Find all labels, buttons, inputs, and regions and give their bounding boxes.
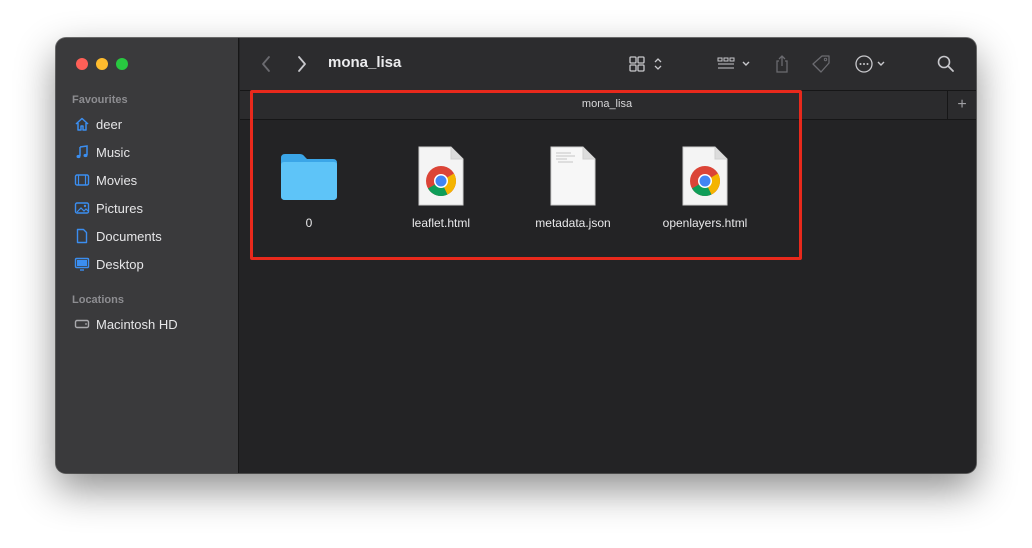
chrome-html-icon — [682, 146, 728, 206]
sidebar-item-label: Macintosh HD — [96, 316, 178, 332]
toolbar: mona_lisa — [240, 38, 976, 91]
new-tab-button[interactable]: + — [947, 91, 976, 119]
chrome-html-icon — [418, 146, 464, 206]
sidebar-item-macintosh-hd[interactable]: Macintosh HD — [74, 313, 178, 335]
file-name: metadata.json — [535, 216, 611, 230]
file-item[interactable]: 0 — [244, 144, 374, 230]
zoom-window-button[interactable] — [116, 58, 128, 70]
search-icon — [937, 55, 954, 72]
document-icon — [76, 228, 88, 244]
tab-mona-lisa[interactable]: mona_lisa — [240, 98, 974, 110]
film-icon — [74, 174, 90, 186]
more-icon — [855, 55, 885, 73]
sidebar-item-movies[interactable]: Movies — [74, 169, 137, 191]
sidebar-item-documents[interactable]: Documents — [74, 225, 162, 247]
photo-icon — [74, 202, 90, 214]
sidebar-item-deer[interactable]: deer — [74, 113, 122, 135]
minimize-window-button[interactable] — [96, 58, 108, 70]
tag-button[interactable] — [810, 54, 832, 74]
file-item[interactable]: openlayers.html — [640, 144, 770, 230]
json-file-icon — [550, 146, 596, 206]
finder-window: Favourites deer Music Movies Pictures Do… — [56, 38, 976, 473]
home-icon — [75, 117, 89, 131]
group-icon — [717, 57, 750, 69]
forward-button[interactable] — [296, 54, 308, 74]
view-mode-button[interactable] — [628, 54, 666, 74]
sidebar-item-label: Pictures — [96, 200, 143, 216]
sidebar-item-label: deer — [96, 116, 123, 132]
back-button[interactable] — [260, 54, 272, 74]
file-item[interactable]: leaflet.html — [376, 144, 506, 230]
more-actions-button[interactable] — [854, 54, 890, 74]
forward-icon — [298, 56, 306, 72]
desktop-icon — [74, 257, 90, 271]
sidebar-item-label: Desktop — [96, 256, 144, 272]
tag-icon — [812, 55, 830, 73]
hard-drive-icon — [74, 319, 90, 329]
traffic-lights — [76, 58, 128, 70]
close-window-button[interactable] — [76, 58, 88, 70]
sidebar-item-label: Music — [96, 144, 130, 160]
file-name: openlayers.html — [662, 216, 748, 230]
group-button[interactable] — [716, 54, 756, 74]
music-note-icon — [76, 145, 88, 159]
sidebar-item-music[interactable]: Music — [74, 141, 130, 163]
sidebar: Favourites deer Music Movies Pictures Do… — [56, 38, 239, 473]
grid-view-icon — [629, 56, 662, 72]
sidebar-item-pictures[interactable]: Pictures — [74, 197, 143, 219]
search-button[interactable] — [936, 54, 956, 74]
share-icon — [776, 55, 788, 73]
sidebar-item-desktop[interactable]: Desktop — [74, 253, 144, 275]
file-item[interactable]: metadata.json — [508, 144, 638, 230]
file-name: leaflet.html — [411, 216, 471, 230]
folder-icon — [281, 154, 337, 200]
file-area: 0 leaflet.html metadata.json openlayers.… — [240, 120, 976, 473]
sidebar-item-label: Documents — [96, 228, 162, 244]
tab-bar: mona_lisa + — [240, 91, 976, 120]
back-icon — [262, 56, 270, 72]
share-button[interactable] — [774, 54, 790, 74]
sidebar-item-label: Movies — [96, 172, 138, 188]
window-title: mona_lisa — [328, 54, 402, 71]
locations-heading: Locations — [72, 294, 124, 306]
file-name: 0 — [305, 216, 313, 230]
favourites-heading: Favourites — [72, 94, 128, 106]
